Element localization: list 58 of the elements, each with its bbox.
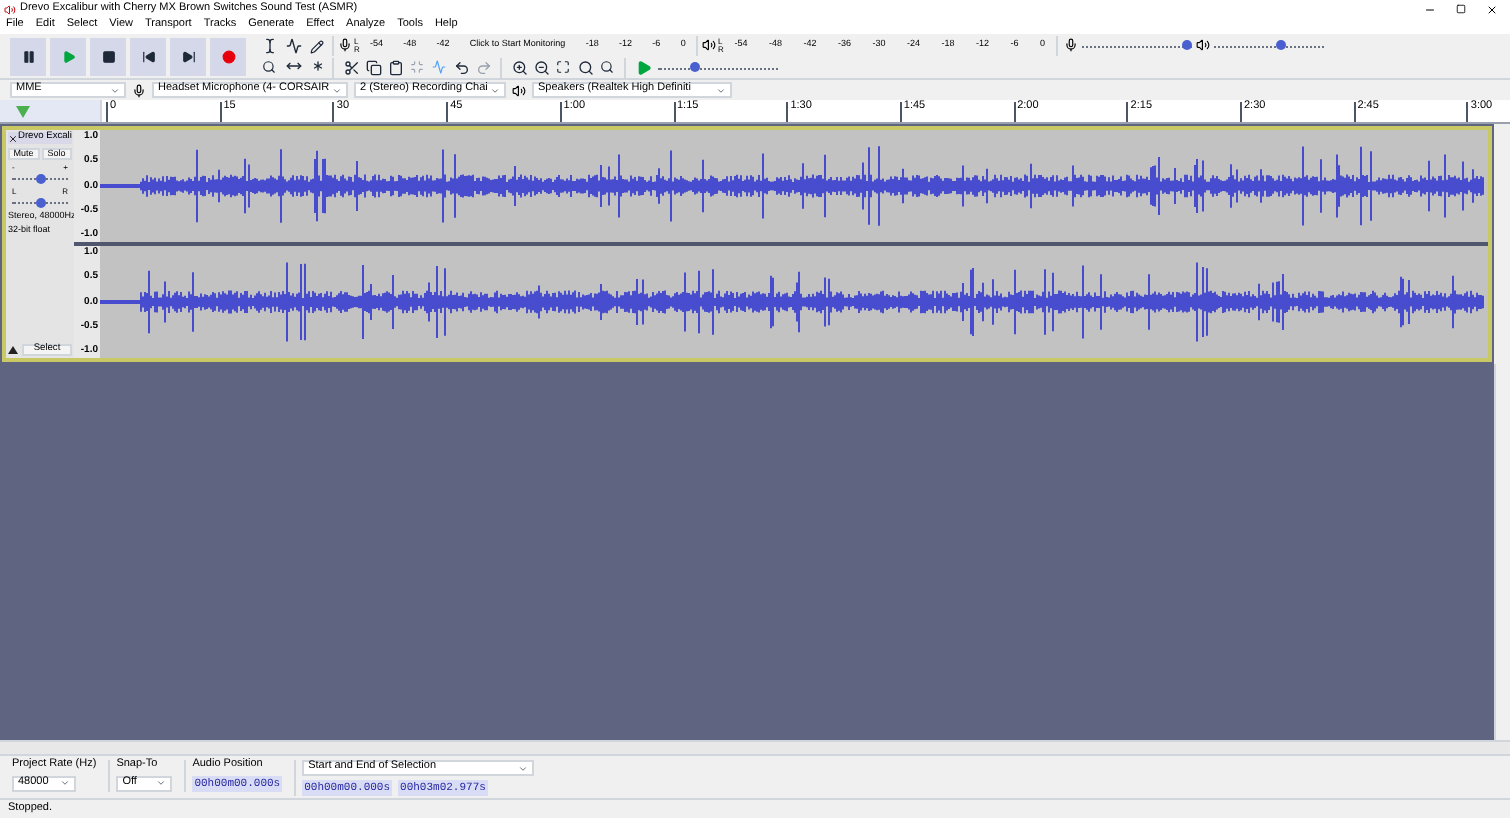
envelope-icon[interactable] xyxy=(285,38,301,54)
zoom-in-icon[interactable] xyxy=(511,59,527,75)
caret-icon xyxy=(60,778,70,788)
skip-to-start-icon xyxy=(141,49,155,63)
play-at-speed-icon[interactable] xyxy=(635,59,651,75)
collapse-icon[interactable] xyxy=(8,346,18,354)
fit-project-icon[interactable] xyxy=(577,59,593,75)
speaker-icon xyxy=(1196,38,1210,52)
multi-icon[interactable] xyxy=(309,58,325,74)
caret-icon xyxy=(716,85,726,95)
microphone-icon xyxy=(1064,38,1078,52)
slider-thumb[interactable] xyxy=(689,62,699,72)
play-icon xyxy=(61,49,75,63)
minimize-icon[interactable] xyxy=(1424,3,1436,15)
caret-icon xyxy=(518,763,529,773)
zoom-out-icon[interactable] xyxy=(533,59,549,75)
paste-icon[interactable] xyxy=(387,59,403,75)
copy-icon[interactable] xyxy=(365,59,381,75)
microphone-icon xyxy=(132,83,146,97)
caret-icon xyxy=(110,85,120,95)
skip-to-end-icon xyxy=(181,49,195,63)
skip-to-start-button[interactable] xyxy=(130,37,166,75)
caret-icon xyxy=(156,778,167,788)
draw-icon[interactable] xyxy=(310,39,324,53)
time-shift-icon[interactable] xyxy=(285,58,301,74)
slider-thumb[interactable] xyxy=(1181,40,1192,50)
record-button[interactable] xyxy=(210,37,246,75)
zoom-toggle-icon[interactable] xyxy=(600,60,614,74)
vertical-scrollbar[interactable] xyxy=(1494,124,1510,364)
stop-button[interactable] xyxy=(90,37,126,75)
fit-selection-icon[interactable] xyxy=(556,60,570,74)
zoom-icon[interactable] xyxy=(262,59,276,73)
playback-volume-slider[interactable] xyxy=(1214,39,1324,51)
stop-icon xyxy=(101,49,115,63)
selection-icon[interactable] xyxy=(261,38,277,54)
recording-volume-slider[interactable] xyxy=(1082,39,1192,51)
pan-slider[interactable] xyxy=(12,196,68,208)
pause-icon xyxy=(21,49,35,63)
waveform-area[interactable] xyxy=(100,246,1488,358)
pause-button[interactable] xyxy=(10,37,46,75)
record-icon xyxy=(221,49,235,63)
maximize-icon[interactable] xyxy=(1456,3,1466,13)
slider-thumb[interactable] xyxy=(35,197,45,207)
close-icon[interactable] xyxy=(1486,3,1498,15)
app-icon xyxy=(4,3,16,15)
undo-icon[interactable] xyxy=(453,59,469,75)
caret-icon xyxy=(490,85,500,95)
slider-thumb[interactable] xyxy=(35,173,45,183)
waveform-area[interactable] xyxy=(100,130,1488,242)
caret-icon xyxy=(332,85,342,95)
microphone-icon xyxy=(338,38,352,52)
slider-thumb[interactable] xyxy=(1275,40,1285,50)
speaker-icon xyxy=(512,83,526,97)
speaker-icon xyxy=(702,38,716,52)
gain-slider[interactable] xyxy=(12,172,68,184)
cut-icon[interactable] xyxy=(343,59,359,75)
play-speed-slider[interactable] xyxy=(658,61,778,73)
skip-to-end-button[interactable] xyxy=(170,37,206,75)
